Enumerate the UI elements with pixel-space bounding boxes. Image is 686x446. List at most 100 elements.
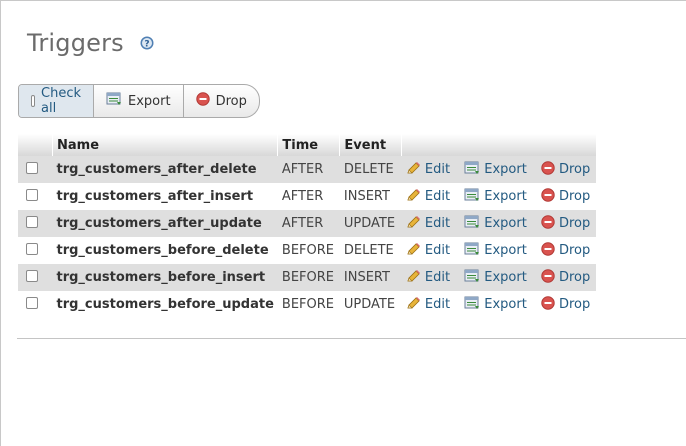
table-header-row: Name Time Event xyxy=(18,134,597,156)
trigger-time: BEFORE xyxy=(277,237,340,264)
row-checkbox-cell xyxy=(18,156,53,183)
drop-link[interactable]: Drop xyxy=(541,268,591,287)
check-all-button[interactable]: Check all xyxy=(19,85,93,117)
drop-label: Drop xyxy=(558,162,591,177)
row-actions: Edit Export Drop xyxy=(401,210,597,237)
export-label: Export xyxy=(484,297,527,312)
row-checkbox-cell xyxy=(18,210,53,237)
edit-link[interactable]: Edit xyxy=(406,296,450,314)
trigger-time: BEFORE xyxy=(277,291,340,318)
svg-text:?: ? xyxy=(144,40,149,50)
row-checkbox[interactable] xyxy=(26,188,38,201)
export-label: Export xyxy=(484,189,527,204)
drop-link[interactable]: Drop xyxy=(541,160,591,179)
edit-label: Edit xyxy=(424,270,451,285)
export-link[interactable]: Export xyxy=(464,215,527,233)
export-icon xyxy=(464,242,480,260)
row-checkbox[interactable] xyxy=(26,242,38,255)
export-link[interactable]: Export xyxy=(464,269,527,287)
edit-label: Edit xyxy=(424,189,451,204)
row-actions: Edit Export Drop xyxy=(401,237,597,264)
row-checkbox-cell xyxy=(18,237,53,264)
drop-link[interactable]: Drop xyxy=(541,214,591,233)
export-label: Export xyxy=(484,243,527,258)
pencil-icon xyxy=(406,161,421,179)
trigger-time: AFTER xyxy=(277,183,340,210)
drop-link[interactable]: Drop xyxy=(541,241,591,260)
drop-label: Drop xyxy=(558,243,591,258)
drop-link[interactable]: Drop xyxy=(541,295,591,314)
drop-icon xyxy=(541,268,555,287)
trigger-event: DELETE xyxy=(339,237,402,264)
edit-label: Edit xyxy=(424,162,451,177)
pencil-icon xyxy=(406,188,421,206)
drop-label: Drop xyxy=(558,189,591,204)
row-checkbox[interactable] xyxy=(26,215,38,228)
header-checkbox-cell xyxy=(18,134,53,156)
triggers-table: Name Time Event trg_customers_after_dele… xyxy=(18,134,597,318)
row-checkbox[interactable] xyxy=(26,269,38,282)
header-event[interactable]: Event xyxy=(339,134,403,156)
frame-left-border xyxy=(0,0,1,446)
trigger-time: AFTER xyxy=(277,156,340,183)
trigger-name: trg_customers_before_update xyxy=(52,291,278,318)
export-icon xyxy=(464,188,480,206)
export-label: Export xyxy=(128,93,171,109)
table-row: trg_customers_before_update BEFORE UPDAT… xyxy=(18,291,597,318)
edit-link[interactable]: Edit xyxy=(406,215,450,233)
checkbox-icon[interactable] xyxy=(31,95,35,107)
table-row: trg_customers_before_insert BEFORE INSER… xyxy=(18,264,597,291)
row-checkbox-cell xyxy=(18,264,53,291)
trigger-event: UPDATE xyxy=(339,291,402,318)
edit-link[interactable]: Edit xyxy=(406,161,450,179)
help-icon[interactable]: ? xyxy=(140,36,154,50)
drop-icon xyxy=(541,187,555,206)
header-name[interactable]: Name xyxy=(52,134,279,156)
drop-label: Drop xyxy=(558,297,591,312)
row-actions: Edit Export Drop xyxy=(401,183,597,210)
drop-label: Drop xyxy=(558,270,591,285)
edit-link[interactable]: Edit xyxy=(406,242,450,260)
trigger-time: BEFORE xyxy=(277,264,340,291)
trigger-name: trg_customers_before_delete xyxy=(52,237,278,264)
export-link[interactable]: Export xyxy=(464,242,527,260)
trigger-event: INSERT xyxy=(339,183,402,210)
row-checkbox[interactable] xyxy=(26,161,38,174)
pencil-icon xyxy=(406,296,421,314)
page-title: Triggers xyxy=(27,29,124,57)
edit-label: Edit xyxy=(424,216,451,231)
pencil-icon xyxy=(406,269,421,287)
drop-label: Drop xyxy=(215,93,247,109)
drop-label: Drop xyxy=(558,216,591,231)
check-all-label: Check all xyxy=(41,86,81,116)
frame-top-border xyxy=(0,0,686,1)
edit-link[interactable]: Edit xyxy=(406,269,450,287)
edit-label: Edit xyxy=(424,243,451,258)
drop-icon xyxy=(541,295,555,314)
row-actions: Edit Export Drop xyxy=(401,156,597,183)
row-checkbox[interactable] xyxy=(26,296,38,309)
trigger-event: DELETE xyxy=(339,156,402,183)
export-link[interactable]: Export xyxy=(464,188,527,206)
drop-icon xyxy=(541,160,555,179)
export-icon xyxy=(106,92,122,110)
export-icon xyxy=(464,296,480,314)
header-actions xyxy=(401,134,597,156)
table-row: trg_customers_after_update AFTER UPDATE … xyxy=(18,210,597,237)
bulk-actions-toolbar: Check all Export Drop xyxy=(18,84,260,118)
drop-button[interactable]: Drop xyxy=(182,85,259,117)
export-button[interactable]: Export xyxy=(93,85,183,117)
table-row: trg_customers_after_insert AFTER INSERT … xyxy=(18,183,597,210)
row-actions: Edit Export Drop xyxy=(401,291,597,318)
edit-link[interactable]: Edit xyxy=(406,188,450,206)
export-link[interactable]: Export xyxy=(464,296,527,314)
bottom-divider xyxy=(17,338,686,339)
drop-link[interactable]: Drop xyxy=(541,187,591,206)
export-icon xyxy=(464,215,480,233)
export-label: Export xyxy=(484,270,527,285)
drop-icon xyxy=(195,92,210,110)
trigger-name: trg_customers_after_delete xyxy=(52,156,278,183)
header-time[interactable]: Time xyxy=(277,134,341,156)
export-link[interactable]: Export xyxy=(464,161,527,179)
edit-label: Edit xyxy=(424,297,451,312)
